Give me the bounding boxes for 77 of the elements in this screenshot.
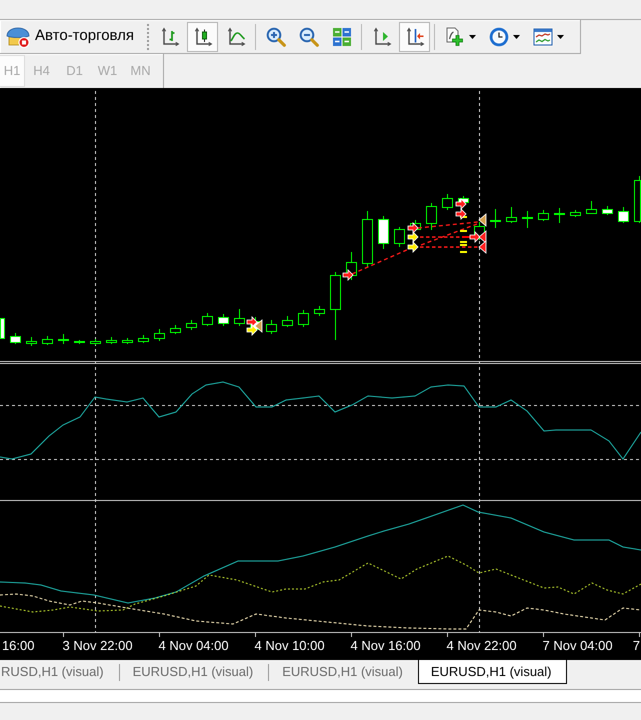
time-label: 7 bbox=[632, 638, 640, 653]
left-triangle-icon bbox=[254, 319, 262, 333]
candle bbox=[0, 318, 5, 339]
candle bbox=[26, 336, 37, 346]
time-label: 4 Nov 04:00 bbox=[158, 638, 229, 653]
axes-arrow-icon bbox=[404, 26, 425, 46]
candle bbox=[186, 320, 197, 330]
auto-trading-button[interactable]: Авто-торговля bbox=[2, 22, 140, 52]
candle bbox=[442, 194, 453, 210]
candle bbox=[154, 328, 165, 342]
candle bbox=[426, 202, 437, 230]
candle bbox=[234, 308, 245, 326]
left-triangle-icon bbox=[478, 213, 486, 227]
candlestick-icon bbox=[192, 26, 213, 46]
zoom-out-icon bbox=[298, 26, 319, 46]
bar-chart-icon bbox=[160, 26, 180, 46]
autoscroll-button[interactable] bbox=[399, 22, 430, 52]
right-arrow-icon bbox=[456, 208, 467, 220]
candle bbox=[298, 310, 309, 328]
caret-icon bbox=[468, 34, 476, 38]
candle bbox=[58, 334, 69, 344]
candle bbox=[394, 226, 405, 248]
right-arrow-icon bbox=[470, 231, 481, 243]
candle bbox=[170, 324, 181, 334]
candle bbox=[106, 336, 117, 344]
axes-triangle-icon bbox=[372, 26, 392, 46]
candle bbox=[218, 314, 229, 326]
right-arrow-icon bbox=[408, 222, 419, 234]
candle bbox=[42, 336, 53, 346]
chart-window-icon bbox=[532, 26, 553, 46]
chart-tab[interactable]: EURUSD,H1 (visual) bbox=[269, 660, 418, 684]
candle bbox=[202, 312, 213, 326]
candle bbox=[314, 306, 325, 316]
left-triangle-icon bbox=[478, 240, 486, 254]
chart-tab[interactable]: EURUSD,H1 (visual) bbox=[120, 660, 268, 684]
candle bbox=[570, 210, 581, 218]
candle bbox=[522, 210, 533, 228]
candle bbox=[378, 216, 389, 250]
candle bbox=[362, 210, 373, 268]
candle bbox=[538, 210, 549, 222]
time-label: 3 Nov 22:00 bbox=[62, 638, 133, 653]
caret-icon bbox=[512, 34, 520, 38]
document-plus-icon bbox=[444, 26, 465, 46]
line-chart-icon bbox=[226, 26, 246, 46]
grid-squares-icon bbox=[332, 26, 352, 46]
candle bbox=[506, 206, 517, 224]
candle bbox=[10, 332, 21, 344]
chart-tab[interactable]: EURUSD,H1 (visual) bbox=[418, 660, 566, 684]
candle bbox=[330, 272, 341, 340]
right-arrow-icon bbox=[246, 324, 258, 336]
candle bbox=[618, 206, 629, 224]
candle bbox=[490, 208, 501, 228]
clock-icon bbox=[488, 26, 509, 46]
time-label: 4 Nov 16:00 bbox=[350, 638, 421, 653]
hat-stop-icon bbox=[6, 26, 30, 48]
time-label: 4 Nov 22:00 bbox=[446, 638, 517, 653]
trade-line bbox=[352, 248, 410, 275]
caret-icon bbox=[556, 34, 564, 38]
right-arrow-icon bbox=[408, 241, 419, 253]
time-label: 4 Nov 10:00 bbox=[254, 638, 325, 653]
zoom-in-icon bbox=[266, 26, 286, 46]
right-arrow-icon bbox=[456, 198, 467, 210]
candle bbox=[602, 206, 613, 216]
candlestick-button[interactable] bbox=[187, 22, 218, 52]
candle bbox=[138, 334, 149, 344]
candle bbox=[554, 208, 565, 224]
candle bbox=[586, 200, 597, 214]
candle bbox=[266, 320, 277, 334]
chart-tab[interactable]: RUSD,H1 (visual) bbox=[0, 660, 119, 684]
right-arrow-icon bbox=[342, 269, 354, 281]
time-label: 7 Nov 04:00 bbox=[542, 638, 613, 653]
right-arrow-icon bbox=[246, 316, 258, 328]
time-label: 16:00 bbox=[2, 638, 34, 653]
candle bbox=[282, 316, 293, 328]
left-triangle-icon bbox=[478, 230, 486, 244]
splitter-bar[interactable] bbox=[0, 689, 641, 703]
right-arrow-icon bbox=[408, 231, 419, 243]
